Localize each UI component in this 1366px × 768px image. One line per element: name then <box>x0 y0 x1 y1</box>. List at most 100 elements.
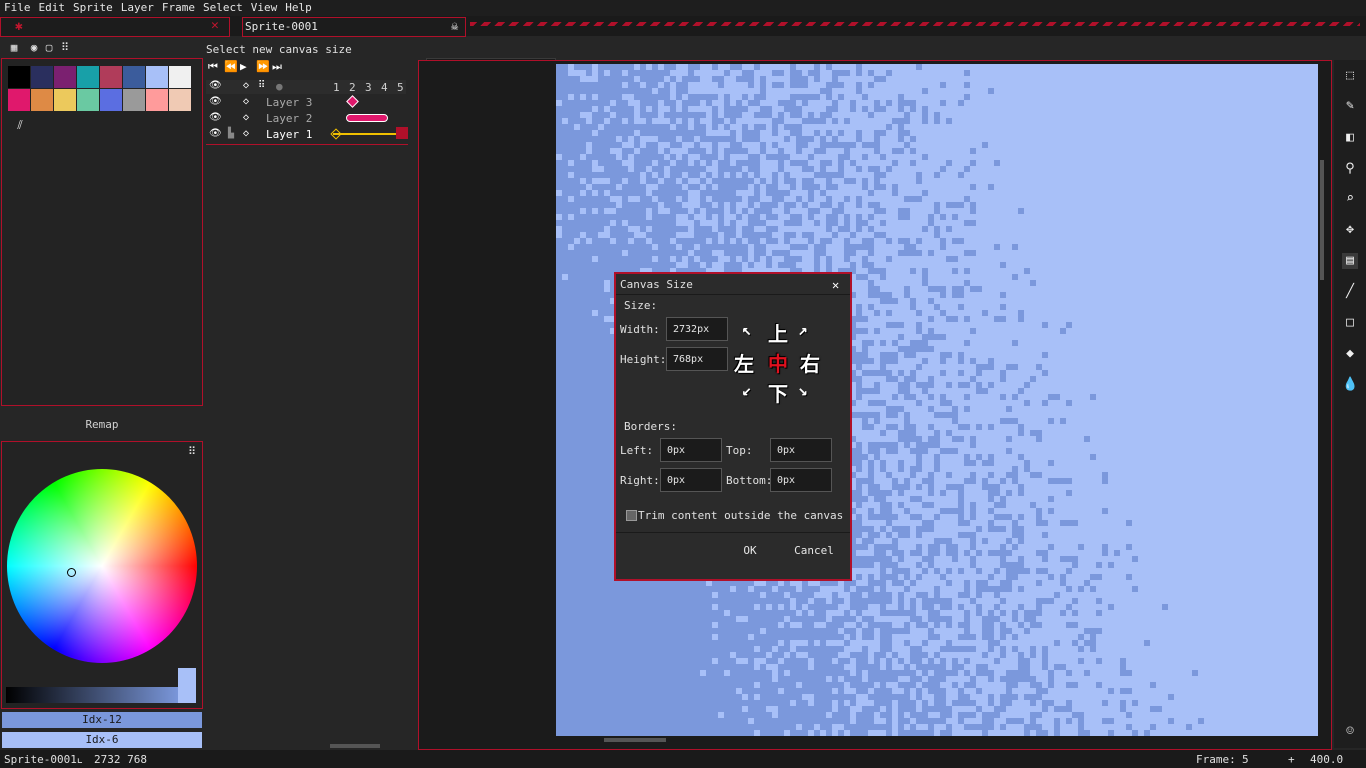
anchor-left[interactable]: 左 <box>734 348 754 377</box>
frame-number[interactable]: 5 <box>397 81 404 94</box>
palette-h-scrollbar[interactable] <box>330 744 380 748</box>
cel-link-line[interactable] <box>333 133 401 135</box>
onion-skin-icon[interactable]: ● <box>276 80 283 93</box>
bottom-border-input[interactable] <box>770 468 832 492</box>
palette-swatch[interactable] <box>146 89 168 111</box>
color-wheel[interactable] <box>7 469 197 663</box>
frame-value[interactable]: 5 <box>1242 753 1249 766</box>
color-mode-icon[interactable]: ◉ <box>28 42 40 54</box>
layer-row[interactable]: 👁 ◇ Layer 3 <box>206 95 406 110</box>
eyedropper-icon[interactable]: ⚲ <box>1342 161 1358 177</box>
anchor-bottom[interactable]: 下 <box>768 378 788 407</box>
keyframe-cel[interactable] <box>346 95 359 108</box>
palette-swatch[interactable] <box>31 66 53 88</box>
anchor-bottom-right-icon[interactable]: ↘ <box>798 380 808 399</box>
menu-file[interactable]: File <box>0 0 35 16</box>
foreground-color-bar[interactable]: Idx-12 <box>2 712 202 728</box>
anchor-bottom-left-icon[interactable]: ↙ <box>742 380 752 399</box>
mascot-icon[interactable]: ☺ <box>1342 724 1358 740</box>
palette-swatch[interactable] <box>100 89 122 111</box>
menu-help[interactable]: Help <box>281 0 316 16</box>
ok-button[interactable]: OK <box>730 544 770 557</box>
frame-number[interactable]: 2 <box>349 81 356 94</box>
layer-name[interactable]: Layer 2 <box>266 112 312 125</box>
grip-icon[interactable]: ⠿ <box>186 446 198 458</box>
trim-label[interactable]: Trim content outside the canvas <box>638 509 843 522</box>
new-frame-button[interactable]: + <box>1288 753 1295 766</box>
lock-icon[interactable]: ◇ <box>243 112 249 123</box>
marquee-icon[interactable]: ⬚ <box>1342 68 1358 84</box>
anchor-center[interactable]: 中 <box>768 348 788 377</box>
layer-row[interactable]: 👁 ◇ Layer 2 <box>206 112 406 126</box>
palette-swatch[interactable] <box>8 66 30 88</box>
palette-swatch[interactable] <box>100 66 122 88</box>
menu-frame[interactable]: Frame <box>158 0 199 16</box>
rectangle-icon[interactable]: □ <box>1342 315 1358 331</box>
lock-icon[interactable]: ◇ <box>243 96 249 107</box>
lock-icon[interactable]: ◇ <box>243 128 249 139</box>
palette-swatch[interactable] <box>54 89 76 111</box>
cancel-button[interactable]: Cancel <box>788 544 840 557</box>
frame-number[interactable]: 3 <box>365 81 372 94</box>
blur-icon[interactable]: ◆ <box>1342 346 1358 362</box>
palette-swatch[interactable] <box>146 66 168 88</box>
top-border-input[interactable] <box>770 438 832 462</box>
new-palette-icon[interactable]: ▢ <box>43 42 55 54</box>
frame-number[interactable]: 1 <box>333 81 340 94</box>
home-tab[interactable]: ✱ ✕ <box>0 17 230 37</box>
trim-checkbox[interactable] <box>626 510 637 521</box>
layer-name[interactable]: Layer 3 <box>266 96 312 109</box>
keyframe-cel[interactable] <box>330 128 342 140</box>
next-frame-icon[interactable]: ⏩ <box>256 60 270 73</box>
anchor-top-left-icon[interactable]: ↖ <box>742 320 752 339</box>
shade-selected[interactable] <box>178 668 196 703</box>
play-icon[interactable]: ▶ <box>240 60 247 73</box>
layer-row[interactable]: 👁 ▙ ◇ Layer 1 <box>206 127 408 142</box>
pencil-icon[interactable]: ✎ <box>1342 98 1358 114</box>
palette-swatch[interactable] <box>77 89 99 111</box>
line-icon[interactable]: ╱ <box>1342 284 1358 300</box>
anchor-right[interactable]: 右 <box>800 348 820 377</box>
grip-icon[interactable]: ⠿ <box>59 42 71 54</box>
menu-view[interactable]: View <box>247 0 282 16</box>
remap-button[interactable]: Remap <box>0 418 204 431</box>
background-color-bar[interactable]: Idx-6 <box>2 732 202 748</box>
palette-swatch[interactable] <box>123 66 145 88</box>
height-input[interactable] <box>666 347 728 371</box>
palette-swatch[interactable] <box>123 89 145 111</box>
skull-icon[interactable]: ☠ <box>451 19 458 33</box>
color-wheel-cursor[interactable] <box>67 568 76 577</box>
close-tab-icon[interactable]: ✕ <box>211 18 219 33</box>
first-frame-icon[interactable]: ⏮ <box>208 60 218 74</box>
move-icon[interactable]: ✥ <box>1342 222 1358 238</box>
palette-swatch[interactable] <box>169 66 191 88</box>
menu-edit[interactable]: Edit <box>35 0 70 16</box>
zoom-icon[interactable]: ⌕ <box>1342 191 1358 207</box>
layer-name[interactable]: Layer 1 <box>266 128 312 141</box>
eye-icon[interactable]: 👁 <box>209 96 222 107</box>
width-input[interactable] <box>666 317 728 341</box>
palette-swatch[interactable] <box>169 89 191 111</box>
palette-swatch[interactable] <box>8 89 30 111</box>
menu-sprite[interactable]: Sprite <box>69 0 117 16</box>
zoom-value[interactable]: 400.0 <box>1310 753 1343 766</box>
continuous-icon[interactable]: ▙ <box>228 128 234 139</box>
canvas-h-scrollbar[interactable] <box>604 738 666 742</box>
cel-span[interactable] <box>346 114 388 122</box>
eraser-icon[interactable]: ◧ <box>1342 130 1358 146</box>
close-icon[interactable]: ✕ <box>832 278 839 292</box>
current-cel[interactable] <box>396 127 408 139</box>
palette-swatch[interactable] <box>31 89 53 111</box>
frame-number[interactable]: 4 <box>381 81 388 94</box>
ink-icon[interactable]: 💧 <box>1342 377 1358 393</box>
eye-icon[interactable]: 👁 <box>209 112 222 123</box>
edit-palette-icon[interactable]: ⫽ <box>14 119 26 131</box>
eye-icon[interactable]: 👁 <box>209 128 222 139</box>
last-frame-icon[interactable]: ⏭ <box>272 60 282 74</box>
canvas-v-scrollbar[interactable] <box>1320 160 1324 280</box>
menu-select[interactable]: Select <box>199 0 247 16</box>
right-border-input[interactable] <box>660 468 722 492</box>
shade-bar[interactable] <box>6 687 180 703</box>
menu-layer[interactable]: Layer <box>117 0 158 16</box>
palette-swatch[interactable] <box>54 66 76 88</box>
